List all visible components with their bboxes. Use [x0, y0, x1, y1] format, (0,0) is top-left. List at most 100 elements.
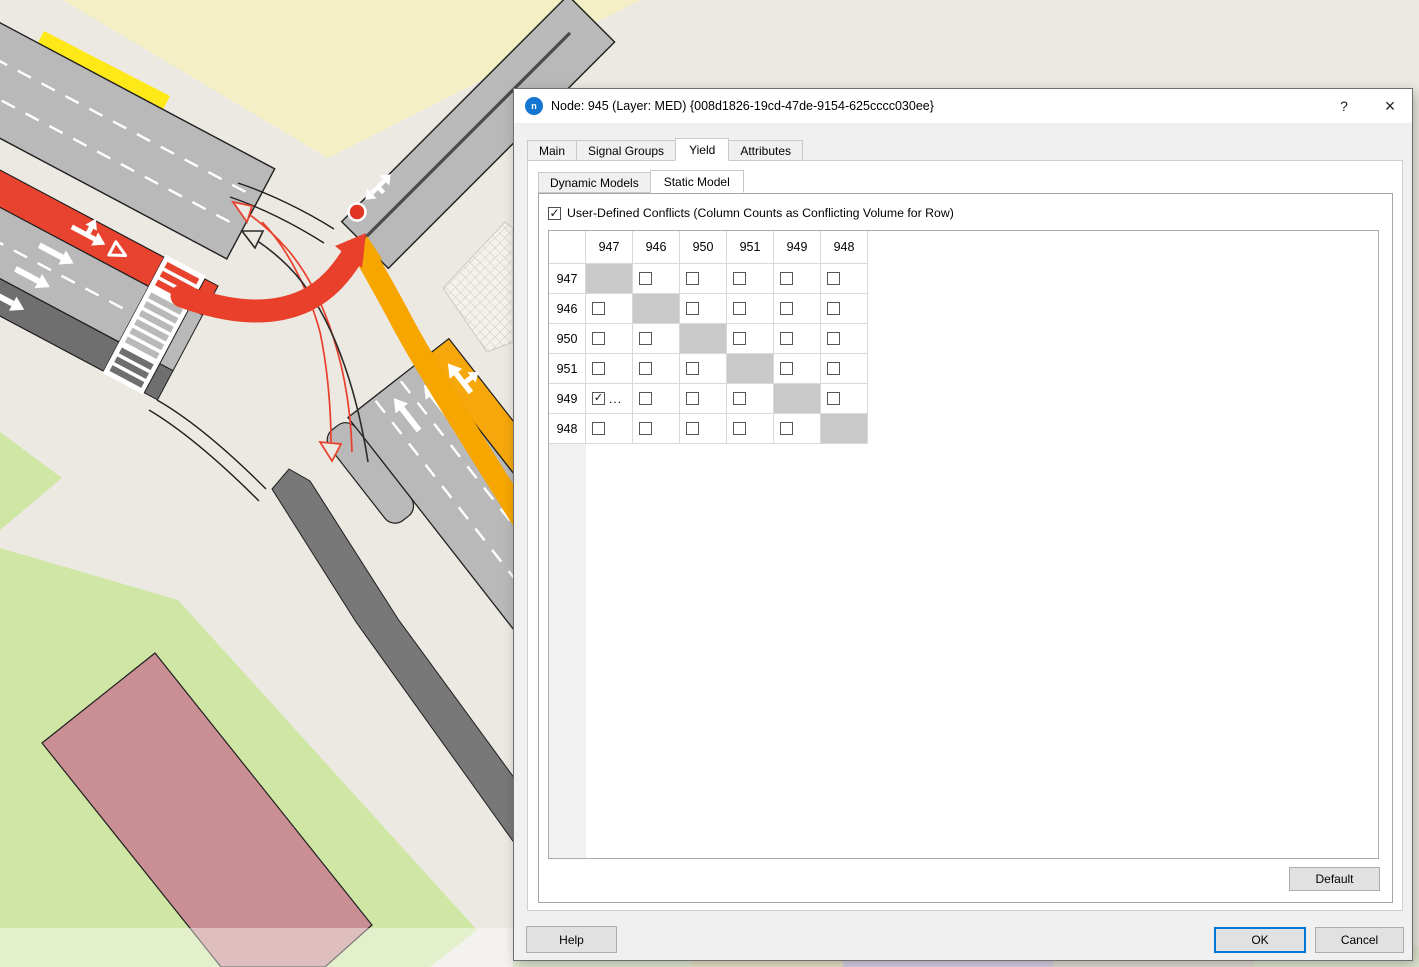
- conflict-checkbox[interactable]: [639, 332, 652, 345]
- conflict-cell-950-949[interactable]: [774, 324, 821, 354]
- user-defined-conflicts-label: User-Defined Conflicts (Column Counts as…: [567, 206, 954, 220]
- main-tabbar: Main Signal Groups Yield Attributes: [527, 138, 802, 161]
- conflict-checkbox[interactable]: ✓: [592, 392, 605, 405]
- red-signal-dot: [349, 204, 366, 221]
- conflict-cell-946-947[interactable]: [586, 294, 633, 324]
- default-button[interactable]: Default: [1289, 867, 1380, 891]
- conflict-cell-950-947[interactable]: [586, 324, 633, 354]
- conflict-checkbox[interactable]: [827, 302, 840, 315]
- tab-attributes[interactable]: Attributes: [728, 140, 803, 161]
- conflict-cell-949-950[interactable]: [680, 384, 727, 414]
- node-app-icon: n: [525, 97, 543, 115]
- matrix-col-header-950: 950: [680, 231, 727, 264]
- matrix-col-header-947: 947: [586, 231, 633, 264]
- conflict-cell-947-946[interactable]: [633, 264, 680, 294]
- conflict-checkbox[interactable]: [733, 272, 746, 285]
- conflict-cell-948-946[interactable]: [633, 414, 680, 444]
- conflict-cell-949-948[interactable]: [821, 384, 868, 414]
- matrix-corner-cell: [549, 231, 586, 264]
- conflict-cell-951-948[interactable]: [821, 354, 868, 384]
- conflict-checkbox[interactable]: [780, 302, 793, 315]
- titlebar-help-button[interactable]: ?: [1322, 89, 1366, 123]
- conflict-checkbox[interactable]: [639, 392, 652, 405]
- conflict-checkbox[interactable]: [733, 332, 746, 345]
- conflict-cell-948-950[interactable]: [680, 414, 727, 444]
- matrix-row-header-946: 946: [549, 294, 586, 324]
- conflict-cell-947-949[interactable]: [774, 264, 821, 294]
- conflict-cell-951-946[interactable]: [633, 354, 680, 384]
- conflict-checkbox[interactable]: [592, 302, 605, 315]
- conflict-cell-951-947[interactable]: [586, 354, 633, 384]
- conflict-checkbox[interactable]: [686, 422, 699, 435]
- matrix-diagonal-cell: [774, 384, 821, 414]
- matrix-row-header-949: 949: [549, 384, 586, 414]
- tab-main[interactable]: Main: [527, 140, 577, 161]
- conflict-checkbox[interactable]: [592, 332, 605, 345]
- user-defined-conflicts-checkbox[interactable]: ✓: [548, 207, 561, 220]
- tab-signal-groups[interactable]: Signal Groups: [576, 140, 676, 161]
- conflict-checkbox[interactable]: [780, 332, 793, 345]
- matrix-vertical-header-filler: [549, 444, 586, 858]
- yield-tab-panel: Dynamic Models Static Model ✓ User-Defin…: [527, 160, 1403, 911]
- ok-button[interactable]: OK: [1214, 927, 1306, 953]
- matrix-row-header-950: 950: [549, 324, 586, 354]
- conflict-cell-947-948[interactable]: [821, 264, 868, 294]
- tab-dynamic-models[interactable]: Dynamic Models: [538, 172, 651, 193]
- conflict-cell-950-946[interactable]: [633, 324, 680, 354]
- conflict-cell-951-950[interactable]: [680, 354, 727, 384]
- conflict-cell-946-948[interactable]: [821, 294, 868, 324]
- cancel-button[interactable]: Cancel: [1315, 927, 1404, 953]
- conflict-checkbox[interactable]: [780, 422, 793, 435]
- help-button[interactable]: Help: [526, 926, 617, 953]
- conflict-cell-951-949[interactable]: [774, 354, 821, 384]
- conflict-checkbox[interactable]: [592, 362, 605, 375]
- conflict-cell-948-951[interactable]: [727, 414, 774, 444]
- conflict-matrix[interactable]: 947946950951949948947946950951949✓...948: [548, 230, 1379, 859]
- close-icon[interactable]: ×: [1368, 89, 1412, 123]
- yield-subtabbar: Dynamic Models Static Model: [538, 170, 743, 193]
- conflict-checkbox[interactable]: [639, 362, 652, 375]
- conflict-cell-947-950[interactable]: [680, 264, 727, 294]
- dialog-titlebar[interactable]: n Node: 945 (Layer: MED) {008d1826-19cd-…: [514, 89, 1412, 123]
- conflict-cell-950-951[interactable]: [727, 324, 774, 354]
- conflict-checkbox[interactable]: [639, 272, 652, 285]
- conflict-cell-950-948[interactable]: [821, 324, 868, 354]
- conflict-checkbox[interactable]: [827, 332, 840, 345]
- conflict-checkbox[interactable]: [733, 392, 746, 405]
- conflict-checkbox[interactable]: [686, 302, 699, 315]
- matrix-col-header-949: 949: [774, 231, 821, 264]
- conflict-cell-949-951[interactable]: [727, 384, 774, 414]
- conflict-cell-946-950[interactable]: [680, 294, 727, 324]
- conflict-checkbox[interactable]: [686, 272, 699, 285]
- conflict-cell-946-949[interactable]: [774, 294, 821, 324]
- matrix-row-header-951: 951: [549, 354, 586, 384]
- conflict-checkbox[interactable]: [827, 392, 840, 405]
- conflict-checkbox[interactable]: [780, 272, 793, 285]
- tab-static-model[interactable]: Static Model: [650, 170, 744, 193]
- conflict-cell-949-946[interactable]: [633, 384, 680, 414]
- conflict-checkbox[interactable]: [686, 362, 699, 375]
- static-model-panel: ✓ User-Defined Conflicts (Column Counts …: [538, 193, 1393, 903]
- user-defined-conflicts-row: ✓ User-Defined Conflicts (Column Counts …: [548, 206, 954, 220]
- conflict-checkbox[interactable]: [827, 272, 840, 285]
- conflict-cell-946-951[interactable]: [727, 294, 774, 324]
- dialog-title: Node: 945 (Layer: MED) {008d1826-19cd-47…: [551, 99, 934, 113]
- matrix-diagonal-cell: [821, 414, 868, 444]
- node-dialog: n Node: 945 (Layer: MED) {008d1826-19cd-…: [513, 88, 1413, 961]
- conflict-checkbox[interactable]: [733, 302, 746, 315]
- conflict-checkbox[interactable]: [639, 422, 652, 435]
- conflict-checkbox[interactable]: [827, 362, 840, 375]
- conflict-cell-948-949[interactable]: [774, 414, 821, 444]
- conflict-checkbox[interactable]: [733, 422, 746, 435]
- conflict-checkbox[interactable]: [686, 392, 699, 405]
- conflict-checkbox[interactable]: [780, 362, 793, 375]
- conflict-checkbox[interactable]: [592, 422, 605, 435]
- matrix-col-header-951: 951: [727, 231, 774, 264]
- conflict-cell-949-947[interactable]: ✓...: [586, 384, 633, 414]
- conflict-cell-947-951[interactable]: [727, 264, 774, 294]
- matrix-diagonal-cell: [586, 264, 633, 294]
- matrix-diagonal-cell: [680, 324, 727, 354]
- conflict-cell-948-947[interactable]: [586, 414, 633, 444]
- tab-yield[interactable]: Yield: [675, 138, 729, 161]
- matrix-row-header-948: 948: [549, 414, 586, 444]
